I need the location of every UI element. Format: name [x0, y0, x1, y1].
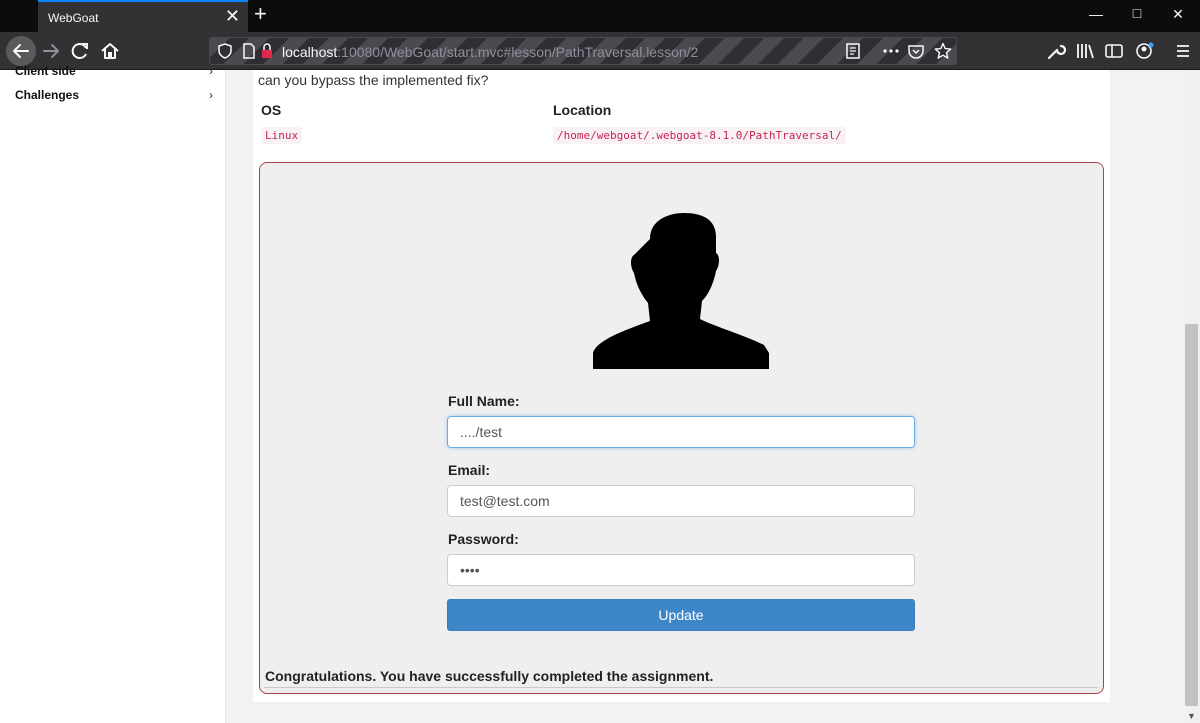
library-icon[interactable]: [1072, 36, 1098, 66]
address-bar[interactable]: localhost:10080/WebGoat/start.mvc#lesson…: [209, 37, 957, 65]
assignment-panel: Full Name: Email: Password: Update Congr…: [259, 162, 1104, 694]
sidebar-item-challenges[interactable]: Challenges ›: [15, 88, 215, 102]
reload-icon[interactable]: [67, 36, 93, 66]
new-tab-button[interactable]: +: [254, 3, 267, 25]
pocket-icon[interactable]: [907, 42, 925, 60]
page-info-icon[interactable]: [240, 42, 258, 60]
close-window-icon[interactable]: ✕: [1168, 6, 1188, 23]
forward-arrow-icon[interactable]: [38, 36, 64, 66]
menu-icon[interactable]: [1170, 36, 1196, 66]
minimize-icon[interactable]: —: [1086, 6, 1106, 22]
back-arrow-icon: [13, 44, 29, 58]
back-button[interactable]: [6, 36, 36, 66]
tab-strip: WebGoat ✕ + — □ ✕: [0, 0, 1200, 32]
password-label: Password:: [448, 531, 519, 547]
wrench-icon[interactable]: [1042, 36, 1068, 66]
tab-title: WebGoat: [48, 11, 99, 25]
maximize-icon[interactable]: □: [1127, 5, 1147, 21]
url-text[interactable]: localhost:10080/WebGoat/start.mvc#lesson…: [282, 44, 698, 60]
table-header-location: Location: [553, 102, 612, 118]
tracking-protection-icon[interactable]: [216, 42, 234, 60]
table-header-os: OS: [261, 102, 282, 118]
lesson-intro-text: can you bypass the implemented fix?: [258, 72, 489, 88]
password-input[interactable]: [447, 554, 915, 586]
scroll-down-arrow-icon[interactable]: ▼: [1187, 711, 1196, 721]
sidebar-toggle-icon[interactable]: [1101, 36, 1127, 66]
scrollbar-thumb[interactable]: [1185, 324, 1198, 706]
close-tab-icon[interactable]: ✕: [225, 7, 240, 25]
lesson-sidebar: Client side › Challenges ›: [0, 64, 226, 723]
feedback-divider: [264, 687, 1098, 688]
lesson-content: can you bypass the implemented fix? OS L…: [253, 70, 1110, 702]
update-button[interactable]: Update: [447, 599, 915, 631]
feedback-message: Congratulations. You have successfully c…: [265, 668, 714, 684]
bookmark-star-icon[interactable]: [934, 42, 952, 60]
table-cell-os: Linux: [261, 127, 303, 144]
home-icon[interactable]: [97, 36, 123, 66]
browser-tab[interactable]: WebGoat ✕: [38, 0, 248, 32]
full-name-label: Full Name:: [448, 393, 520, 409]
page-actions-icon[interactable]: [882, 42, 900, 60]
email-label: Email:: [448, 462, 491, 478]
url-path: :10080/WebGoat/start.mvc#lesson/PathTrav…: [337, 44, 699, 60]
sidebar-item-label: Challenges: [15, 88, 80, 102]
insecure-connection-icon[interactable]: [258, 42, 276, 60]
account-icon[interactable]: [1131, 36, 1157, 66]
table-cell-location: /home/webgoat/.webgoat-8.1.0/PathTravers…: [553, 127, 846, 144]
sidebar-item-client-side[interactable]: Client side ›: [15, 64, 215, 76]
profile-picture: [593, 213, 769, 369]
page-scrollbar[interactable]: ▼: [1183, 70, 1200, 723]
chevron-right-icon: ›: [209, 88, 213, 102]
email-input[interactable]: [447, 485, 915, 517]
chevron-right-icon: ›: [209, 64, 213, 76]
reader-view-icon[interactable]: [844, 42, 862, 60]
url-host: localhost: [282, 44, 338, 60]
sidebar-item-label: Client side: [15, 64, 76, 76]
full-name-input[interactable]: [447, 416, 915, 448]
